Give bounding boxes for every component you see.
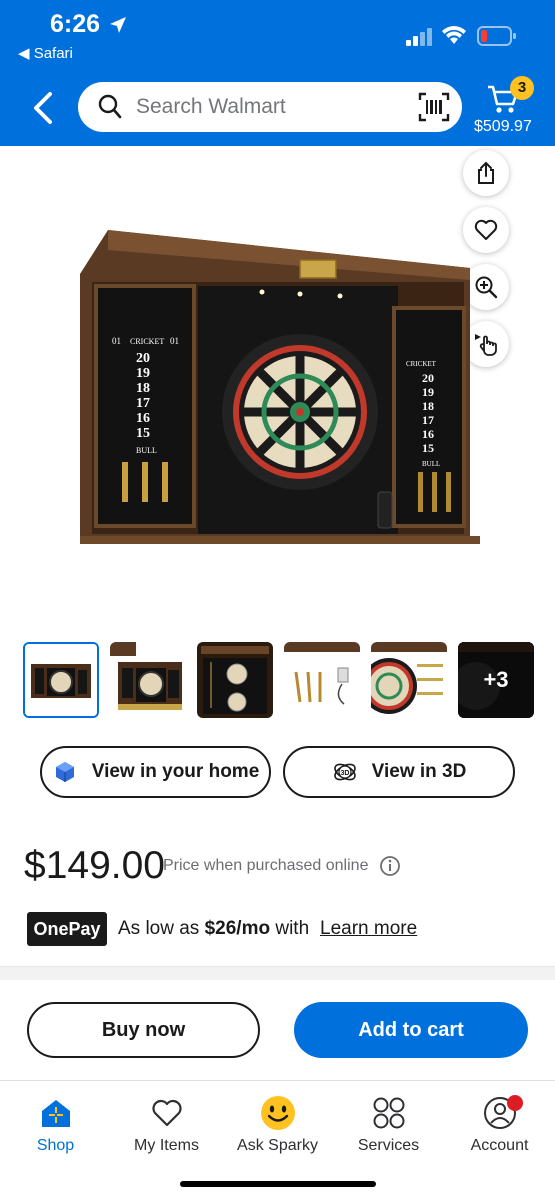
app-header: 6:26 ◀ Safari Search Walmart 3 $509.97 xyxy=(0,0,555,146)
thumbnail-more[interactable]: +3 xyxy=(458,642,534,718)
onepay-logo: OnePay xyxy=(27,912,107,946)
scoreboard-left-number: 15 xyxy=(136,426,150,441)
wifi-icon xyxy=(442,26,466,44)
ar-cube-icon xyxy=(55,762,74,782)
cart-total: $509.97 xyxy=(474,118,532,135)
thumbnail-4[interactable] xyxy=(284,642,360,718)
scoreboard-left-side-label: 01 xyxy=(112,336,121,346)
view-in-your-home-label: View in your home xyxy=(91,761,260,782)
scoreboard-left-side-label-2: 01 xyxy=(170,336,179,346)
thumbnail-5[interactable] xyxy=(371,642,447,718)
section-divider xyxy=(0,966,555,980)
onepay-amount: $26/mo xyxy=(204,918,271,939)
scoreboard-right-number: 17 xyxy=(422,413,434,427)
tab-account[interactable]: Account xyxy=(444,1095,555,1155)
3d-rotate-icon: 3D xyxy=(333,763,356,781)
product-price: $149.00 xyxy=(24,844,165,887)
search-input[interactable]: Search Walmart xyxy=(78,82,462,132)
buy-now-button[interactable]: Buy now xyxy=(27,1002,260,1058)
thumbnail-3[interactable] xyxy=(197,642,273,718)
thumbnail-1[interactable] xyxy=(23,642,99,718)
info-icon[interactable] xyxy=(379,855,401,877)
scoreboard-left-number: 18 xyxy=(136,381,150,396)
price-note: Price when purchased online xyxy=(163,857,369,874)
notification-dot xyxy=(507,1095,523,1111)
signal-icon xyxy=(406,28,432,46)
back-arrow-icon[interactable] xyxy=(28,90,60,126)
tab-ask-sparky-label: Ask Sparky xyxy=(237,1137,318,1154)
battery-icon xyxy=(477,26,516,46)
sparky-icon xyxy=(260,1096,295,1130)
tab-my-items-label: My Items xyxy=(134,1137,199,1154)
search-placeholder: Search Walmart xyxy=(136,95,286,118)
thumbnail-1-image xyxy=(25,644,97,716)
scoreboard-right-title: CRICKET xyxy=(406,360,437,368)
search-icon xyxy=(98,94,122,119)
scoreboard-left-number: 19 xyxy=(136,366,150,381)
cart-button[interactable]: 3 $509.97 xyxy=(474,74,544,140)
product-image[interactable]: 01 CRICKET 01 20 19 18 17 16 15 BULL CRI… xyxy=(78,222,484,552)
share-icon xyxy=(478,161,494,184)
thumbnail-2[interactable] xyxy=(110,642,186,718)
view-in-3d-label: View in 3D xyxy=(371,761,467,782)
scoreboard-right-number: 20 xyxy=(422,371,434,385)
onepay-suffix: with xyxy=(275,918,310,939)
thumbnail-5-image xyxy=(371,642,447,718)
tab-shop[interactable]: Shop xyxy=(0,1095,111,1155)
tab-services-label: Services xyxy=(357,1137,420,1154)
heart-icon xyxy=(151,1099,182,1127)
scoreboard-right-number: 18 xyxy=(422,399,434,413)
scoreboard-left-number: 17 xyxy=(136,396,150,411)
learn-more-link[interactable]: Learn more xyxy=(320,918,417,940)
scoreboard-left-number: 20 xyxy=(136,351,150,366)
scoreboard-left-title: CRICKET xyxy=(130,337,164,346)
tab-shop-label: Shop xyxy=(36,1137,75,1154)
home-indicator xyxy=(180,1181,376,1187)
onepay-prefix: As low as xyxy=(118,918,200,939)
back-to-safari-link[interactable]: ◀ Safari xyxy=(18,44,73,62)
more-images-count: +3 xyxy=(458,642,534,718)
svg-text:3D: 3D xyxy=(340,770,349,777)
scoreboard-right-number: 19 xyxy=(422,385,434,399)
status-time: 6:26 xyxy=(50,10,101,38)
scoreboard-right-bull: BULL xyxy=(422,460,440,468)
barcode-scanner-icon[interactable] xyxy=(418,92,450,122)
location-arrow-icon xyxy=(110,17,126,33)
onepay-financing-text: As low as $26/mo with xyxy=(118,918,309,940)
scoreboard-right-number: 15 xyxy=(422,441,434,455)
tab-ask-sparky[interactable]: Ask Sparky xyxy=(222,1095,333,1155)
tab-services[interactable]: Services xyxy=(333,1095,444,1155)
scoreboard-left-number: 16 xyxy=(136,411,150,426)
cart-count-badge: 3 xyxy=(510,76,534,100)
thumbnail-4-image xyxy=(284,642,360,718)
scoreboard-left-bull: BULL xyxy=(136,446,157,455)
home-icon xyxy=(41,1100,70,1127)
scoreboard-right-number: 16 xyxy=(422,427,434,441)
add-to-cart-button[interactable]: Add to cart xyxy=(294,1002,528,1058)
view-in-your-home-button[interactable]: View in your home xyxy=(40,746,271,798)
view-in-3d-button[interactable]: 3D View in 3D xyxy=(283,746,515,798)
tab-my-items[interactable]: My Items xyxy=(111,1095,222,1155)
thumbnail-3-image xyxy=(197,642,273,718)
share-button[interactable] xyxy=(463,150,509,196)
thumbnail-strip: +3 xyxy=(23,642,535,718)
tab-account-label: Account xyxy=(470,1137,529,1154)
thumbnail-2-image xyxy=(110,642,186,718)
grid-icon xyxy=(373,1097,404,1129)
